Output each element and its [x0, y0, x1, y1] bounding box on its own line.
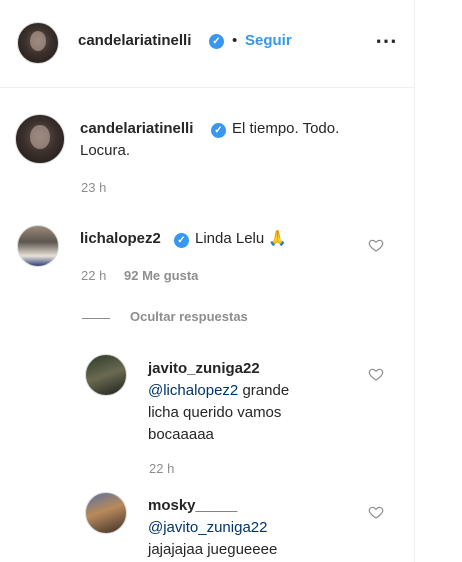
comment-avatar[interactable] — [17, 225, 59, 267]
verified-badge-icon: ✓ — [209, 34, 224, 49]
post-header: candelariatinelli ✓ • Seguir ⋯ — [0, 0, 414, 88]
heart-icon[interactable] — [368, 237, 384, 253]
header-username[interactable]: candelariatinelli — [78, 32, 191, 49]
header-separator: • — [232, 32, 238, 49]
verified-badge-icon: ✓ — [174, 233, 189, 248]
reply-avatar[interactable] — [85, 354, 127, 396]
follow-button[interactable]: Seguir — [245, 32, 292, 49]
reply-username[interactable]: javito_zuniga22 — [148, 360, 260, 377]
reply-username[interactable]: mosky_____ — [148, 497, 237, 514]
reply-text: @javito_zuniga22 jajajajaa juegueeee — [148, 519, 278, 558]
hide-replies-button[interactable]: Ocultar respuestas — [130, 309, 248, 324]
header-avatar[interactable] — [17, 22, 59, 64]
comment-time[interactable]: 22 h — [81, 268, 106, 283]
reply-mention[interactable]: @lichalopez2 — [148, 382, 238, 399]
comment-likes[interactable]: 92 Me gusta — [124, 268, 198, 283]
caption-avatar[interactable] — [15, 114, 65, 164]
pray-emoji: 🙏 — [268, 230, 288, 247]
panel-divider — [414, 0, 415, 562]
caption-text: El tiempo. Todo. Locura. — [80, 120, 340, 159]
heart-icon[interactable] — [368, 504, 384, 520]
more-options-icon[interactable]: ⋯ — [375, 30, 398, 52]
comment-text: Linda Lelu 🙏 — [195, 230, 288, 247]
reply-mention[interactable]: @javito_zuniga22 — [148, 519, 267, 536]
heart-icon[interactable] — [368, 366, 384, 382]
replies-divider-line — [82, 318, 110, 319]
comment-username[interactable]: lichalopez2 — [80, 230, 161, 247]
reply-time[interactable]: 22 h — [149, 461, 174, 476]
caption-time[interactable]: 23 h — [81, 180, 106, 195]
reply-text: @lichalopez2 grande licha querido vamos … — [148, 382, 290, 443]
reply-avatar[interactable] — [85, 492, 127, 534]
